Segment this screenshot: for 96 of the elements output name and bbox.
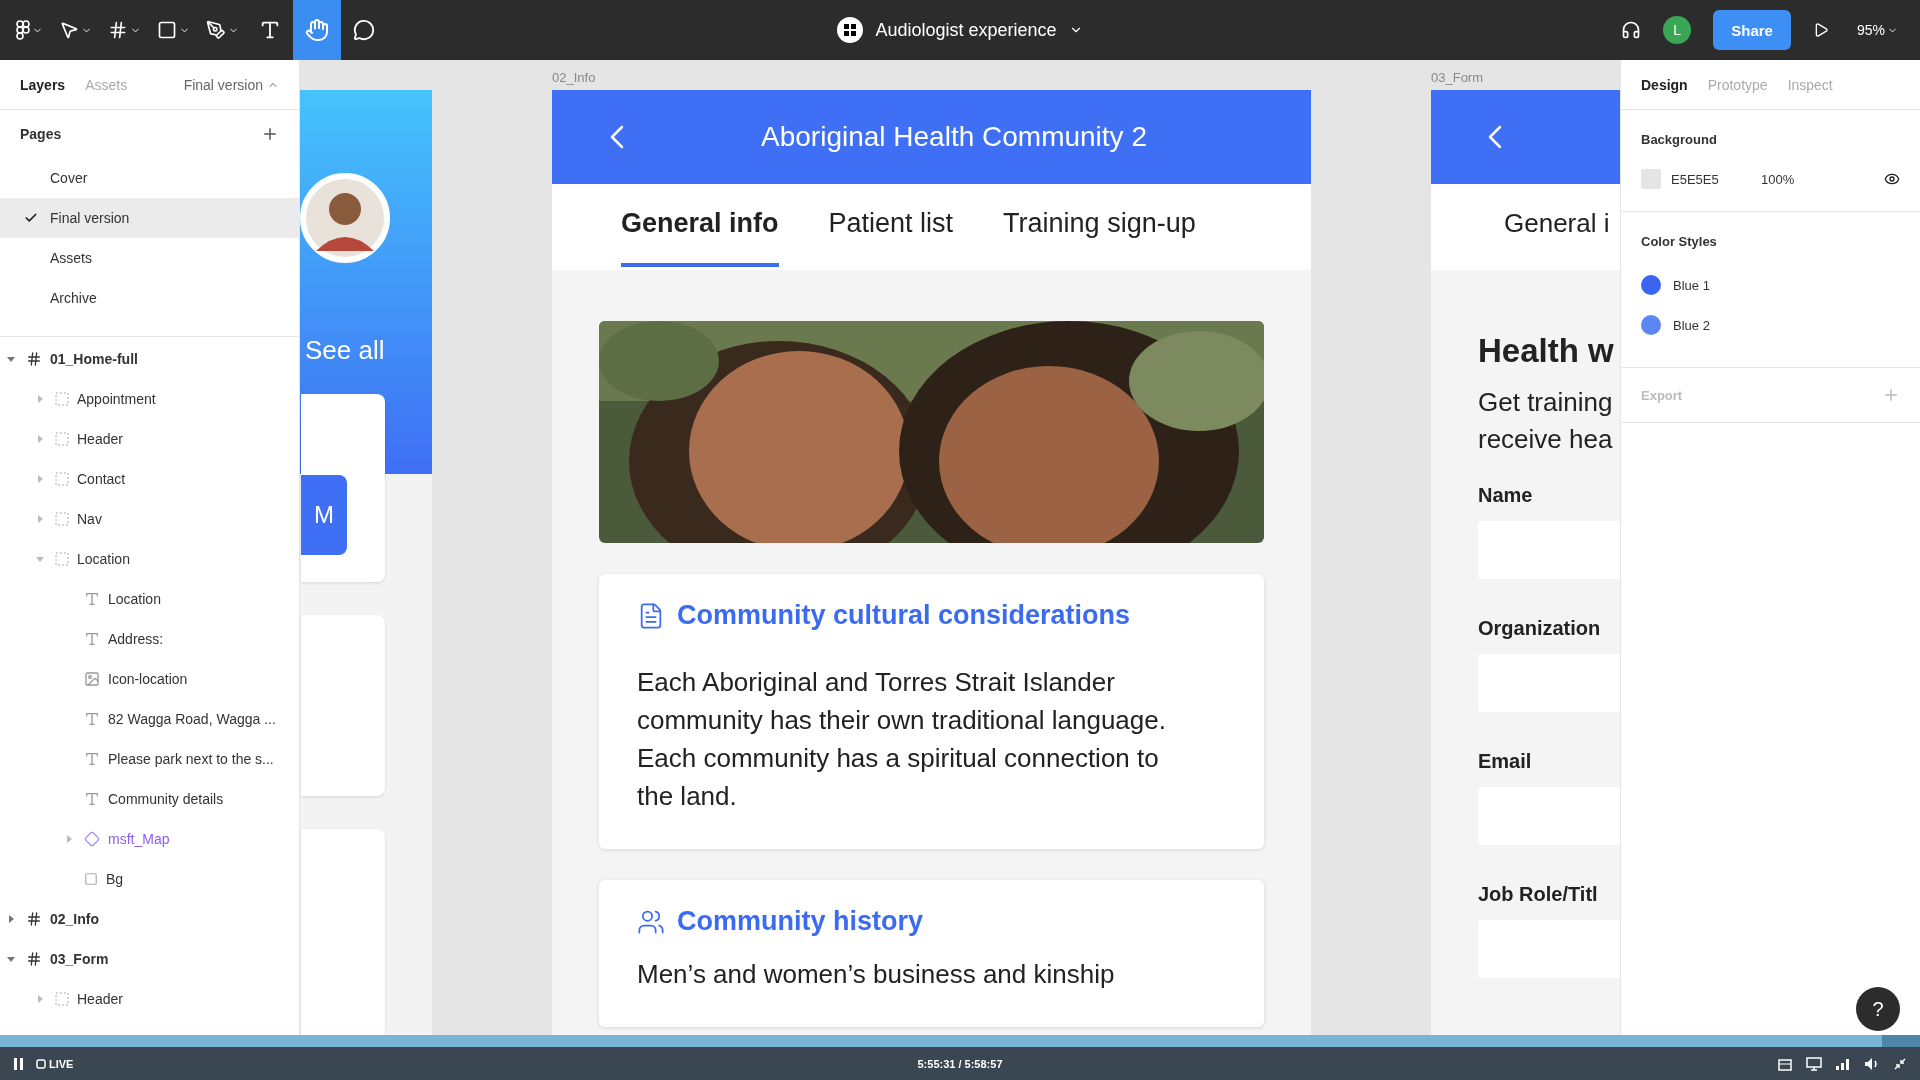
field-label: Organization <box>1478 617 1602 640</box>
layer-name[interactable]: msft_Map <box>108 831 170 847</box>
layer-name[interactable]: Location <box>108 591 161 607</box>
text-icon <box>84 791 100 807</box>
color-style-name[interactable]: Blue 1 <box>1673 277 1710 293</box>
monitor-icon[interactable] <box>1806 1056 1822 1071</box>
page-item[interactable]: Cover <box>0 158 299 198</box>
input-field[interactable] <box>1478 521 1620 579</box>
page-menu[interactable]: Final version <box>183 76 279 93</box>
page-item[interactable]: Final version <box>0 198 299 238</box>
layer-name[interactable]: Address: <box>108 631 164 647</box>
image-icon <box>84 671 100 687</box>
page-item[interactable]: Archive <box>0 278 299 318</box>
field-label: Job Role/Titl <box>1478 883 1599 906</box>
app-icon <box>837 17 864 43</box>
layer-name[interactable]: Bg <box>106 871 124 887</box>
frame-label: 03_Form <box>1431 70 1484 85</box>
frame-tab[interactable]: Patient list <box>828 184 954 267</box>
square-icon <box>36 1058 46 1069</box>
section-title: Background <box>1641 132 1718 147</box>
text-icon <box>84 631 100 647</box>
time-button[interactable]: M <box>301 475 347 555</box>
layer-name[interactable]: 01_Home-full <box>50 351 138 367</box>
pause-icon[interactable] <box>14 1057 24 1070</box>
speaker-icon[interactable] <box>1864 1056 1880 1071</box>
layer-name[interactable]: Header <box>77 431 123 447</box>
logo-icon <box>16 20 30 40</box>
square-icon <box>84 872 98 886</box>
dashed-square-icon <box>55 392 69 406</box>
frame-label: 02_Info <box>552 70 596 85</box>
panel-tab[interactable]: Design <box>1641 76 1688 93</box>
pointer-icon <box>59 20 79 40</box>
card-text: Men’s and women’s business and kinship <box>637 958 1116 991</box>
box-icon[interactable] <box>1778 1056 1792 1071</box>
intro-text: Get training <box>1478 386 1614 419</box>
layer-name[interactable]: Appointment <box>77 391 156 407</box>
layer-name[interactable]: 03_Form <box>50 951 109 967</box>
layer-name[interactable]: Nav <box>77 511 102 527</box>
signal-icon[interactable] <box>1836 1057 1850 1070</box>
text-icon <box>84 751 100 767</box>
zoom-menu[interactable]: 95% <box>1850 21 1904 39</box>
section-title: Export <box>1641 387 1683 403</box>
hex-value[interactable]: E5E5E5 <box>1671 171 1751 187</box>
card-title: Community cultural considerations <box>677 600 1131 631</box>
page-item[interactable]: Assets <box>0 238 299 278</box>
color-style-name[interactable]: Blue 2 <box>1673 317 1710 333</box>
form-heading: Health w <box>1478 332 1615 370</box>
text-icon <box>84 711 100 727</box>
layer-name[interactable]: Header <box>77 991 123 1007</box>
add-icon[interactable] <box>261 125 279 143</box>
color-swatch[interactable] <box>1641 169 1661 189</box>
pen-icon <box>206 20 226 40</box>
comment-icon <box>353 19 375 41</box>
text-icon <box>259 19 281 41</box>
square-icon <box>157 20 177 40</box>
dashed-square-icon <box>55 472 69 486</box>
layer-name[interactable]: Icon-location <box>108 671 188 687</box>
layer-name[interactable]: Community details <box>108 791 224 807</box>
headphones-button[interactable] <box>1621 20 1642 40</box>
section-title: Color Styles <box>1641 234 1718 249</box>
text-icon <box>84 591 100 607</box>
field-label: Email <box>1478 750 1533 773</box>
dashed-square-icon <box>55 512 69 526</box>
layer-name[interactable]: Please park next to the s... <box>108 751 274 767</box>
hash-icon <box>26 351 42 367</box>
collapse-icon[interactable] <box>1894 1057 1906 1070</box>
diamond-icon <box>84 831 100 847</box>
card-text: Each Aboriginal and Torres Strait Islander community has their own traditional language. Each community has a spiritual connection to the land. <box>637 666 1167 813</box>
layer-name[interactable]: 82 Wagga Road, Wagga ... <box>108 711 276 727</box>
hash-icon <box>26 911 42 927</box>
field-label: Name <box>1478 484 1534 507</box>
layer-name[interactable]: 02_Info <box>50 911 99 927</box>
layer-name[interactable]: Location <box>77 551 130 567</box>
time-display: 5:55:31 / 5:58:57 <box>917 1057 1003 1070</box>
dashed-square-icon <box>55 552 69 566</box>
section-title: Pages <box>20 126 62 142</box>
hand-icon <box>305 18 329 42</box>
intro-text: receive hea <box>1478 423 1614 456</box>
panel-tab[interactable]: Layers <box>20 76 66 93</box>
header-title: Aboriginal Health Community 2 <box>761 121 1147 153</box>
layer-name[interactable]: Contact <box>77 471 126 487</box>
file-title: Audiologist experience <box>875 19 1057 41</box>
check-icon <box>24 211 38 225</box>
eye-icon[interactable] <box>1884 171 1900 187</box>
frame-tab[interactable]: Training sign-up <box>1003 184 1196 267</box>
dashed-square-icon <box>55 432 69 446</box>
input-field[interactable] <box>1478 920 1620 978</box>
live-button[interactable]: LIVE <box>36 1057 74 1070</box>
card-title: Community history <box>677 906 924 937</box>
hash-icon <box>26 951 42 967</box>
input-field[interactable] <box>1478 654 1620 712</box>
input-field[interactable] <box>1478 787 1620 845</box>
opacity-value[interactable]: 100% <box>1761 171 1795 187</box>
hash-icon <box>108 20 128 40</box>
help-button[interactable]: ? <box>1856 987 1900 1031</box>
dashed-square-icon <box>55 992 69 1006</box>
